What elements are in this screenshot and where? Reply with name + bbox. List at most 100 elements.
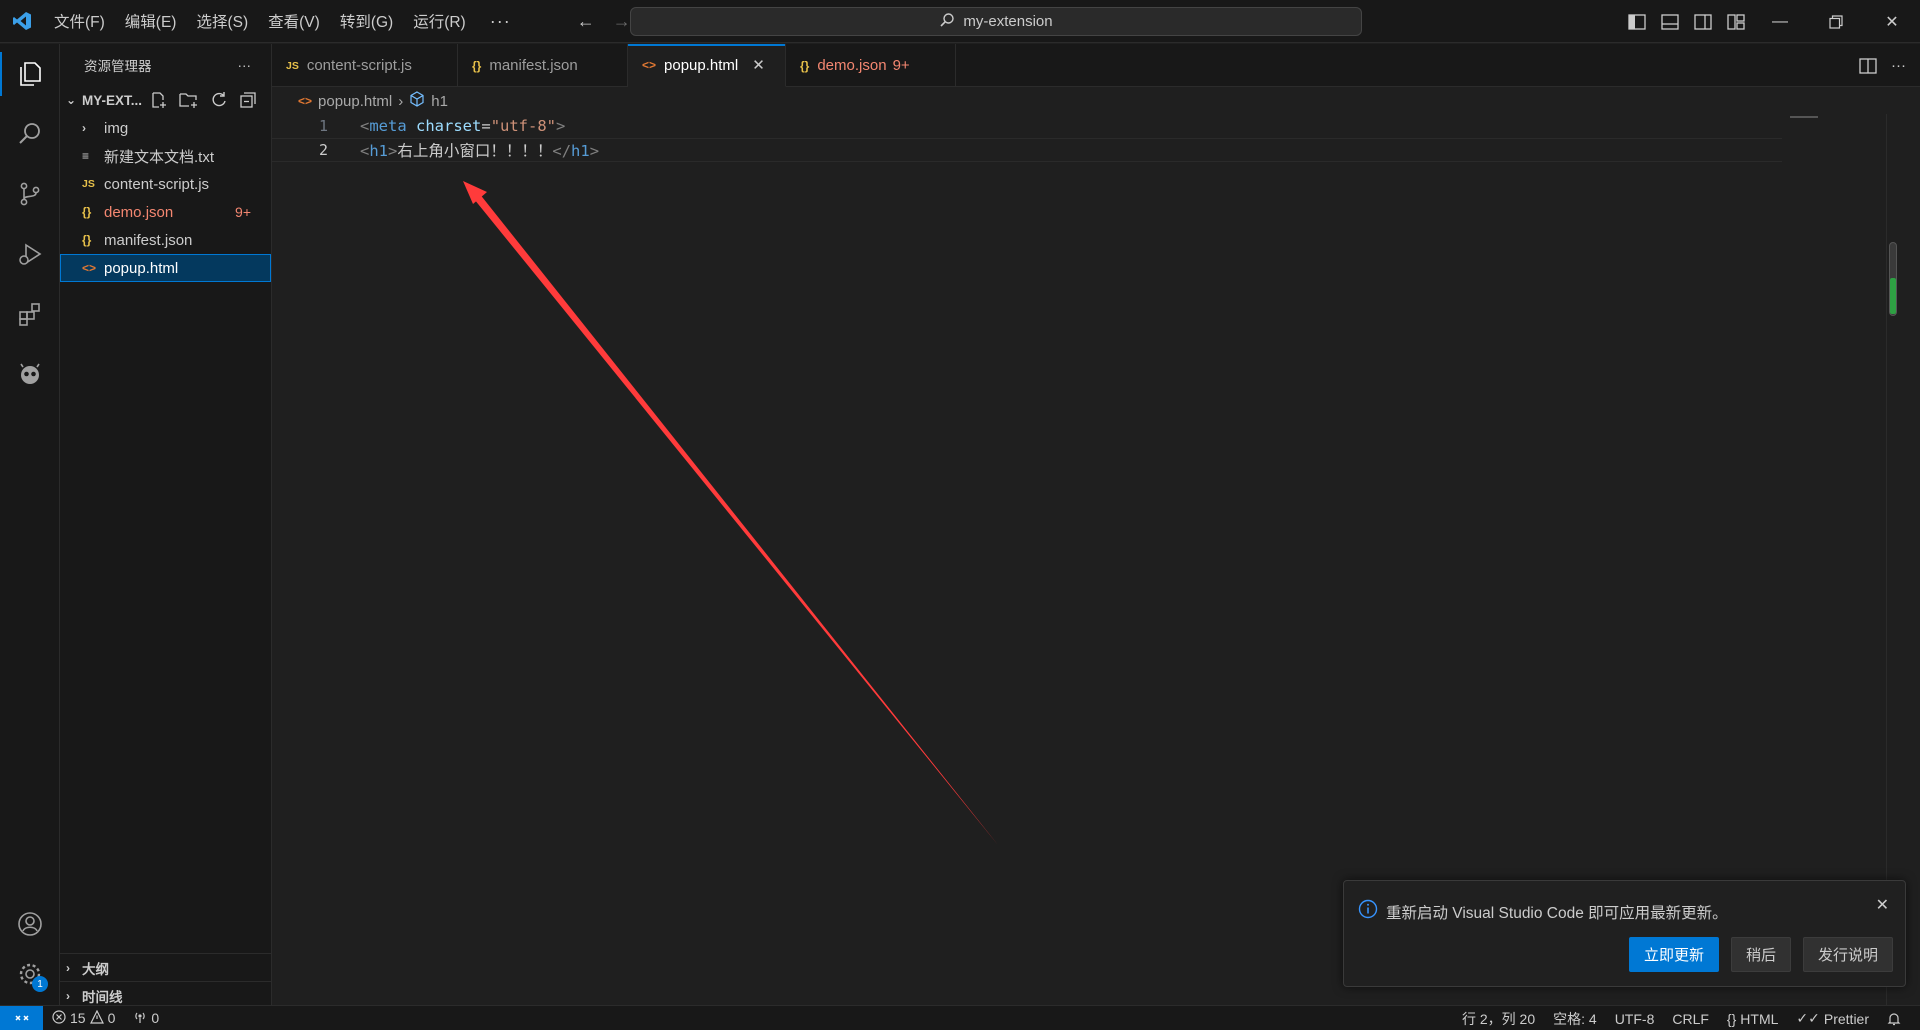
js-file-icon: JS [286, 59, 299, 72]
double-check-icon: ✓✓ [1796, 1010, 1820, 1026]
menu-edit[interactable]: 编辑(E) [115, 0, 187, 43]
vscode-logo-icon [0, 0, 44, 43]
ports-indicator[interactable]: 0 [124, 1006, 168, 1030]
toggle-primary-sidebar-icon[interactable] [1620, 0, 1653, 43]
error-count: 15 [70, 1010, 86, 1026]
update-notification: 重新启动 Visual Studio Code 即可应用最新更新。 ✕ 立即更新… [1343, 880, 1906, 987]
close-notification-icon[interactable]: ✕ [1876, 895, 1889, 915]
code-text: <h1>右上角小窗口！！！！</h1> [360, 142, 600, 160]
explorer-icon[interactable] [0, 44, 60, 104]
menu-go[interactable]: 转到(G) [330, 0, 403, 43]
manage-gear-icon[interactable]: 1 [0, 944, 60, 1004]
toggle-secondary-sidebar-icon[interactable] [1686, 0, 1719, 43]
vertical-scrollbar[interactable] [1886, 114, 1900, 1005]
explorer-sidebar: 资源管理器 ··· ⌄ MY-EXT... › img ≡ 新建文本文档.txt… [60, 44, 272, 1005]
collapse-all-icon[interactable] [239, 91, 257, 109]
source-control-icon[interactable] [0, 164, 60, 224]
menu-view[interactable]: 查看(V) [258, 0, 330, 43]
braces-icon: {} [1726, 1010, 1737, 1027]
later-button[interactable]: 稍后 [1730, 937, 1791, 972]
editor-more-icon[interactable]: ··· [1891, 57, 1906, 74]
notifications-bell-icon[interactable] [1878, 1006, 1910, 1030]
minimize-icon[interactable]: — [1752, 0, 1808, 43]
window-controls: — ✕ [1620, 0, 1920, 43]
breadcrumb-file[interactable]: popup.html [318, 93, 392, 110]
encoding[interactable]: UTF-8 [1606, 1006, 1664, 1030]
code-editor[interactable]: 1 <meta charset="utf-8"> 2 <h1>右上角小窗口！！！… [272, 114, 1900, 1005]
settings-update-badge: 1 [32, 976, 48, 992]
language-mode[interactable]: {} HTML [1718, 1006, 1787, 1030]
json-file-icon: {} [82, 233, 92, 247]
new-file-icon[interactable] [150, 91, 168, 109]
tree-item-demo-json[interactable]: {} demo.json 9+ [60, 198, 271, 226]
prettier-label: Prettier [1823, 1010, 1869, 1027]
menu-more-icon[interactable]: ··· [476, 0, 525, 43]
tab-label: content-script.js [306, 57, 412, 74]
chevron-down-icon: ⌄ [66, 93, 77, 107]
menu-selection[interactable]: 选择(S) [186, 0, 258, 43]
close-tab-icon[interactable]: ✕ [752, 56, 765, 74]
tab-content-script[interactable]: JS content-script.js [272, 44, 458, 87]
chevron-right-icon: › [82, 121, 86, 135]
problems-indicator[interactable]: 15 0 [43, 1006, 124, 1030]
tree-item-label: demo.json [104, 203, 174, 221]
cursor-position[interactable]: 行 2，列 20 [1453, 1006, 1544, 1030]
menu-bar: 文件(F) 编辑(E) 选择(S) 查看(V) 转到(G) 运行(R) ··· [44, 0, 525, 43]
outline-label: 大纲 [82, 961, 109, 977]
run-debug-icon[interactable] [0, 224, 60, 284]
command-center-label: my-extension [963, 13, 1053, 30]
copilot-icon[interactable] [0, 344, 60, 404]
text-file-icon: ≡ [82, 149, 90, 163]
tab-popup-html[interactable]: <> popup.html ✕ [628, 44, 786, 87]
tab-label: manifest.json [489, 57, 578, 74]
customize-layout-icon[interactable] [1719, 0, 1752, 43]
release-notes-button[interactable]: 发行说明 [1802, 937, 1893, 972]
indentation[interactable]: 空格: 4 [1544, 1006, 1606, 1030]
symbol-element-icon [409, 91, 425, 111]
breadcrumb: <> popup.html › h1 [272, 88, 448, 114]
tab-manifest[interactable]: {} manifest.json [458, 44, 628, 87]
update-now-button[interactable]: 立即更新 [1628, 937, 1719, 972]
sidebar-title: 资源管理器 [84, 59, 152, 74]
command-center-search[interactable]: my-extension [630, 7, 1362, 36]
tab-label: demo.json [817, 57, 887, 74]
back-arrow-icon[interactable]: ← [575, 11, 597, 32]
search-view-icon[interactable] [0, 104, 60, 164]
remote-indicator-icon[interactable] [0, 1005, 43, 1030]
project-section-header[interactable]: ⌄ MY-EXT... [60, 86, 271, 114]
project-name: MY-EXT... [82, 92, 143, 108]
tree-item-manifest[interactable]: {} manifest.json [60, 226, 271, 254]
html-file-icon: <> [82, 261, 97, 275]
restore-icon[interactable] [1808, 0, 1864, 43]
outline-section[interactable]: › 大纲 [60, 953, 272, 981]
notification-actions: 立即更新 稍后 发行说明 [1628, 937, 1893, 972]
scrollbar-change-marker [1890, 278, 1896, 314]
tree-item-popup-html[interactable]: <> popup.html [60, 254, 271, 282]
close-window-icon[interactable]: ✕ [1864, 0, 1920, 43]
more-actions-icon[interactable]: ··· [238, 58, 252, 73]
breadcrumb-symbol[interactable]: h1 [431, 93, 448, 110]
tree-item-content-script[interactable]: JS content-script.js [60, 170, 271, 198]
editor-actions: ··· [1859, 44, 1906, 87]
toggle-panel-icon[interactable] [1653, 0, 1686, 43]
warning-icon [89, 1009, 104, 1027]
html-file-icon: <> [642, 58, 657, 72]
menu-file[interactable]: 文件(F) [44, 0, 115, 43]
split-editor-icon[interactable] [1859, 57, 1877, 74]
prettier-status[interactable]: ✓✓ Prettier [1787, 1006, 1878, 1030]
tab-demo-json[interactable]: {} demo.json 9+ [786, 44, 956, 87]
extensions-icon[interactable] [0, 284, 60, 344]
tree-item-label: content-script.js [104, 175, 210, 193]
end-of-line[interactable]: CRLF [1663, 1006, 1718, 1030]
minimap[interactable] [1790, 116, 1818, 118]
tree-item-txt[interactable]: ≡ 新建文本文档.txt [60, 142, 271, 170]
problems-count: 9+ [235, 204, 251, 220]
ports-count: 0 [151, 1010, 160, 1026]
editor-tabs: JS content-script.js {} manifest.json <>… [272, 44, 1920, 87]
tree-item-img[interactable]: › img [60, 114, 271, 142]
refresh-icon[interactable] [210, 91, 228, 109]
notification-text: 重新启动 Visual Studio Code 即可应用最新更新。 [1386, 904, 1728, 922]
menu-run[interactable]: 运行(R) [403, 0, 476, 43]
timeline-label: 时间线 [82, 989, 123, 1005]
new-folder-icon[interactable] [179, 91, 199, 109]
